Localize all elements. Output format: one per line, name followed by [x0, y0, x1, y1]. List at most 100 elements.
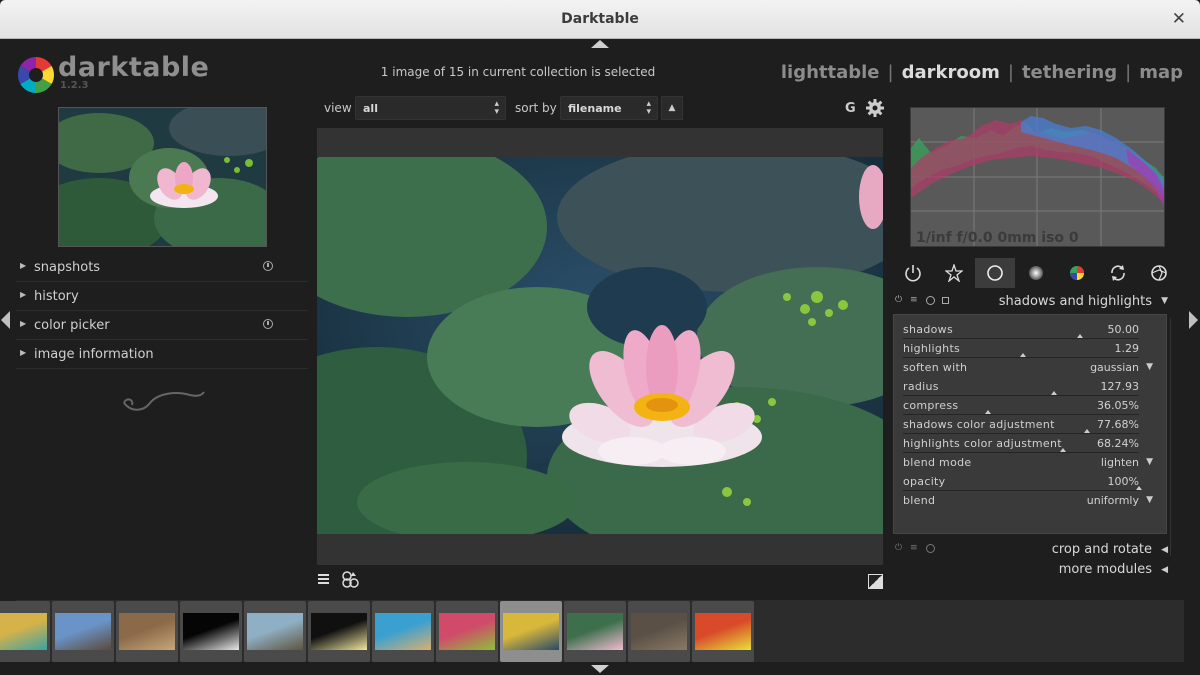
- navigation-preview-image: [29, 100, 289, 258]
- param-value: 50.00: [1107, 323, 1140, 336]
- reset-icon[interactable]: [263, 319, 273, 329]
- module-image-information[interactable]: ▶ image information: [16, 341, 308, 369]
- param-name: highlights: [903, 342, 961, 355]
- circle-icon: [987, 265, 1003, 281]
- navigation-thumbnail[interactable]: [29, 100, 289, 258]
- slider-knob[interactable]: [1051, 391, 1058, 395]
- module-enable-icon[interactable]: ⏻: [895, 544, 904, 553]
- module-reset-icon[interactable]: [926, 296, 935, 305]
- filmstrip-thumbnail[interactable]: [308, 601, 370, 662]
- view-map[interactable]: map: [1139, 62, 1183, 83]
- collapse-right-panel-icon[interactable]: [1189, 311, 1198, 329]
- close-icon[interactable]: ✕: [1172, 9, 1186, 29]
- collapse-bottom-panel-icon[interactable]: [591, 665, 609, 673]
- center-view[interactable]: [317, 128, 883, 565]
- slider-knob[interactable]: [1084, 429, 1091, 433]
- filmstrip-image: [439, 613, 495, 650]
- slider-track: [903, 452, 1139, 453]
- view-tethering[interactable]: tethering: [1022, 62, 1117, 83]
- expand-arrow-icon: ▶: [20, 261, 27, 270]
- param-blend[interactable]: blend uniformly ▼: [903, 493, 1153, 512]
- module-enable-icon[interactable]: ⏻: [895, 296, 904, 305]
- param-highlights-color-adjustment[interactable]: highlights color adjustment 68.24%: [903, 436, 1139, 455]
- filmstrip-thumbnail[interactable]: [180, 601, 242, 662]
- module-header-shadows-highlights[interactable]: ⏻ ≡ shadows and highlights ▼: [893, 292, 1176, 312]
- param-shadows-color-adjustment[interactable]: shadows color adjustment 77.68%: [903, 417, 1139, 436]
- expand-arrow-icon: ◀: [1161, 565, 1168, 575]
- param-shadows[interactable]: shadows 50.00: [903, 322, 1139, 341]
- param-soften-with[interactable]: soften with gaussian ▼: [903, 360, 1153, 379]
- slider-track: [903, 338, 1139, 339]
- param-radius[interactable]: radius 127.93: [903, 379, 1139, 398]
- collapse-top-panel-icon[interactable]: [591, 40, 609, 48]
- filmstrip-thumbnail[interactable]: [692, 601, 754, 662]
- group-color[interactable]: [1057, 258, 1097, 288]
- star-icon: [945, 264, 963, 282]
- param-compress[interactable]: compress 36.05%: [903, 398, 1139, 417]
- filmstrip-image: [375, 613, 431, 650]
- group-favorites[interactable]: [934, 258, 974, 288]
- power-icon: [905, 265, 921, 282]
- reset-icon[interactable]: [263, 261, 273, 271]
- styles-icon[interactable]: [341, 570, 359, 588]
- module-reset-icon[interactable]: [926, 544, 935, 553]
- filmstrip-thumbnail[interactable]: [0, 601, 50, 662]
- module-history[interactable]: ▶ history: [16, 283, 308, 311]
- effect-icon: [1151, 265, 1167, 281]
- slider-knob[interactable]: [984, 410, 991, 414]
- param-highlights[interactable]: highlights 1.29: [903, 341, 1139, 360]
- expand-arrow-icon: ▶: [20, 348, 27, 357]
- slider-knob[interactable]: [1077, 334, 1083, 338]
- gear-icon[interactable]: [866, 99, 884, 117]
- sort-dropdown[interactable]: filename ▴ ▾: [560, 96, 658, 120]
- param-name: blend mode: [903, 456, 972, 469]
- grouping-button[interactable]: G: [845, 101, 856, 116]
- module-presets-icon[interactable]: ≡: [910, 296, 919, 305]
- filmstrip-thumbnail[interactable]: [628, 601, 690, 662]
- slider-knob[interactable]: [1136, 486, 1142, 490]
- app-name: darktable: [58, 52, 210, 83]
- main-image[interactable]: [317, 157, 883, 534]
- slider-knob[interactable]: [1020, 353, 1027, 357]
- histogram[interactable]: [910, 107, 1165, 247]
- filmstrip-thumbnail[interactable]: [564, 601, 626, 662]
- param-blend-mode[interactable]: blend mode lighten ▼: [903, 455, 1153, 474]
- group-effect[interactable]: [1139, 258, 1179, 288]
- module-snapshots[interactable]: ▶ snapshots: [16, 254, 308, 282]
- view-separator: |: [1125, 62, 1132, 83]
- window-title: Darktable: [561, 11, 639, 27]
- filmstrip-thumbnail[interactable]: [52, 601, 114, 662]
- more-modules[interactable]: more modules ◀: [893, 560, 1176, 580]
- view-darkroom[interactable]: darkroom: [902, 62, 1000, 83]
- filmstrip-image: [0, 613, 47, 650]
- module-color-picker[interactable]: ▶ color picker: [16, 312, 308, 340]
- view-lighttable[interactable]: lighttable: [781, 62, 880, 83]
- param-name: blend: [903, 494, 936, 507]
- filmstrip-thumbnail[interactable]: [372, 601, 434, 662]
- menu-icon[interactable]: [317, 572, 331, 586]
- collapse-left-panel-icon[interactable]: [1, 311, 10, 329]
- param-name: shadows color adjustment: [903, 418, 1055, 431]
- filmstrip[interactable]: [0, 600, 1184, 662]
- module-instance-icon[interactable]: [942, 297, 949, 304]
- view-filter-dropdown[interactable]: all ▴ ▾: [355, 96, 506, 120]
- param-name: highlights color adjustment: [903, 437, 1062, 450]
- filmstrip-thumbnail[interactable]: [436, 601, 498, 662]
- module-presets-icon[interactable]: ≡: [910, 544, 919, 553]
- module-label: history: [34, 289, 79, 304]
- filmstrip-thumbnail[interactable]: [244, 601, 306, 662]
- sort-direction-button[interactable]: ▲: [661, 96, 683, 120]
- group-correct[interactable]: [1098, 258, 1138, 288]
- param-opacity[interactable]: opacity 100%: [903, 474, 1142, 493]
- group-basic[interactable]: [975, 258, 1015, 288]
- overexposure-toggle-icon[interactable]: [868, 574, 883, 589]
- group-tone[interactable]: [1016, 258, 1056, 288]
- slider-knob[interactable]: [1060, 448, 1067, 452]
- right-panel-scrollbar[interactable]: [1170, 318, 1182, 556]
- filmstrip-image: [183, 613, 239, 650]
- filmstrip-thumbnail[interactable]: [116, 601, 178, 662]
- filmstrip-thumbnail[interactable]: [500, 601, 562, 662]
- module-header-crop-rotate[interactable]: ⏻ ≡ crop and rotate ◀: [893, 540, 1176, 560]
- group-active-modules[interactable]: [893, 258, 933, 288]
- darktable-window: Darktable ✕ darktable 1.2.3 1 image of 1…: [0, 0, 1200, 675]
